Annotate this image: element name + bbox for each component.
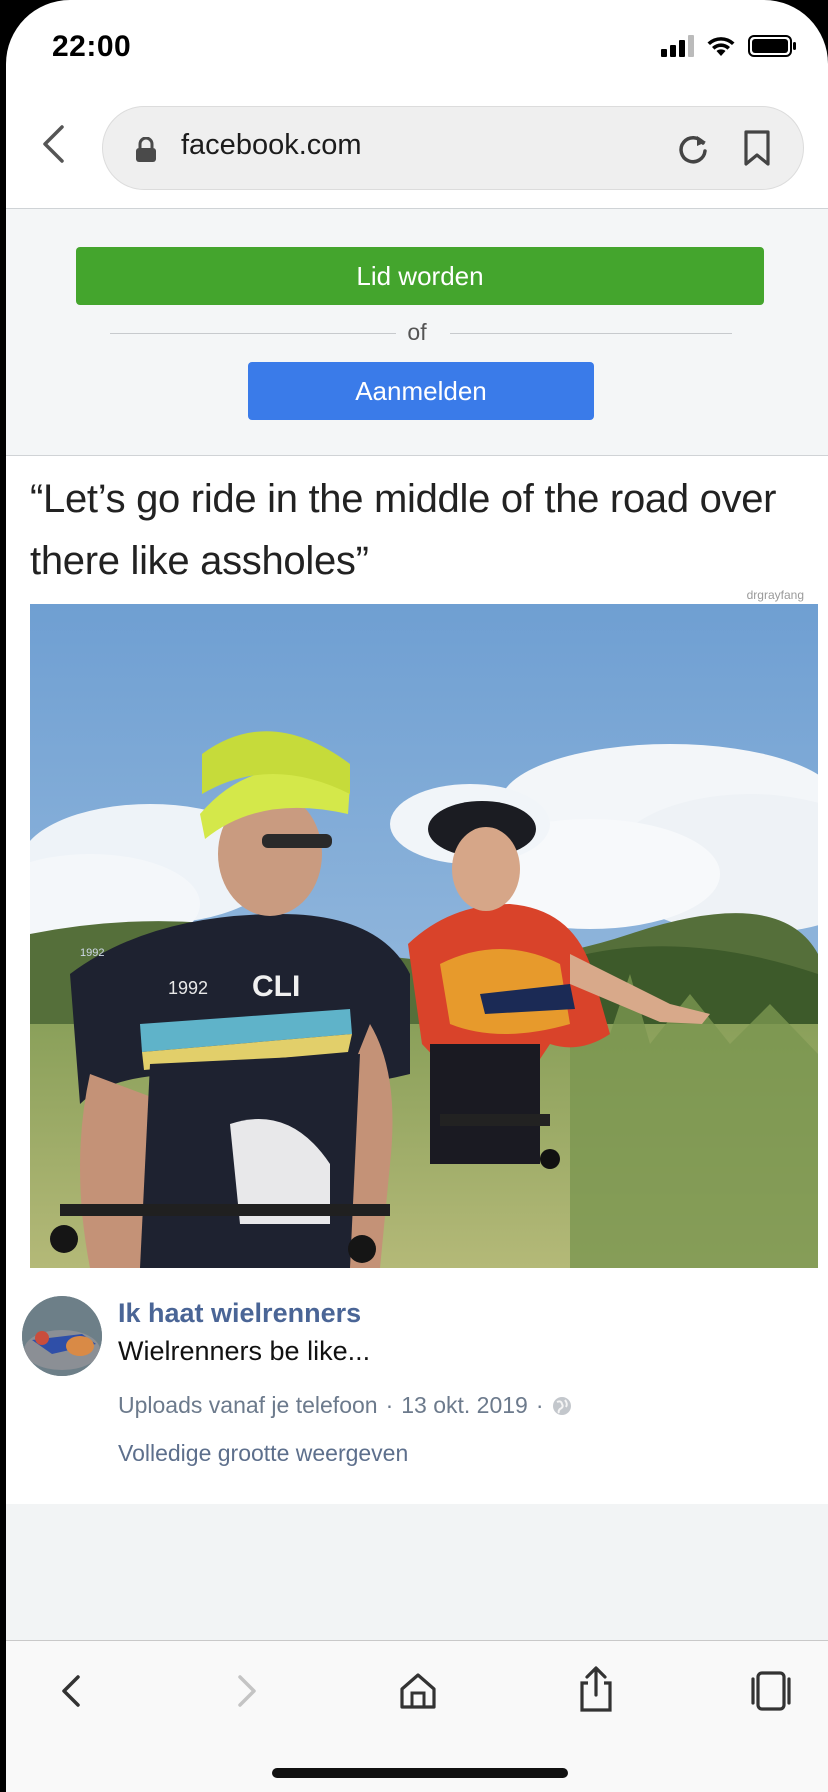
page-footer-area [6, 1504, 828, 1640]
forward-icon[interactable] [234, 1671, 262, 1711]
globe-icon [552, 1396, 571, 1415]
meme-caption: “Let’s go ride in the middle of the road… [30, 477, 777, 583]
login-button[interactable]: Aanmelden [248, 362, 594, 420]
jersey-text: 1992 [168, 978, 208, 998]
post-date[interactable]: 13 okt. 2019 [401, 1392, 528, 1419]
post-photo[interactable]: 1992 CLI 1992 [30, 604, 818, 1268]
jersey-text: 1992 [80, 947, 104, 959]
tabs-icon[interactable] [750, 1671, 792, 1711]
post-meta: Uploads vanaf je telefoon · 13 okt. 2019… [118, 1392, 572, 1419]
cellular-signal-icon [661, 35, 694, 57]
url-text: facebook.com [181, 129, 362, 161]
full-size-link[interactable]: Volledige grootte weergeven [118, 1440, 408, 1467]
battery-icon [748, 35, 796, 57]
post-text: Wielrenners be like... [118, 1336, 371, 1366]
status-icons [661, 34, 798, 58]
meta-separator: · [535, 1392, 544, 1418]
meta-separator: · [385, 1392, 394, 1418]
jersey-text: CLI [252, 970, 300, 1003]
reload-icon[interactable] [675, 131, 711, 167]
home-icon[interactable] [398, 1671, 438, 1711]
join-button[interactable]: Lid worden [76, 247, 764, 305]
status-time: 22:00 [52, 30, 132, 63]
login-panel: Lid worden of Aanmelden [6, 209, 828, 455]
divider [6, 455, 828, 456]
address-bar[interactable]: facebook.com [102, 106, 804, 190]
cyclists-photo: 1992 CLI 1992 [30, 604, 818, 1268]
share-icon[interactable] [578, 1665, 614, 1713]
wifi-icon [707, 37, 735, 56]
bookmark-icon[interactable] [743, 129, 771, 167]
post-source: Uploads vanaf je telefoon [118, 1392, 378, 1418]
page-name-link[interactable]: Ik haat wielrenners [118, 1298, 361, 1329]
watermark: drgrayfang [746, 588, 804, 602]
browser-screen: 22:00 facebook.com Lid worden of Aanmeld… [6, 0, 828, 1792]
back-icon[interactable] [40, 124, 66, 164]
home-indicator[interactable] [272, 1768, 568, 1778]
back-icon[interactable] [56, 1671, 84, 1711]
or-divider-right [450, 333, 732, 334]
lock-icon [136, 137, 156, 162]
page-avatar[interactable] [22, 1296, 102, 1376]
